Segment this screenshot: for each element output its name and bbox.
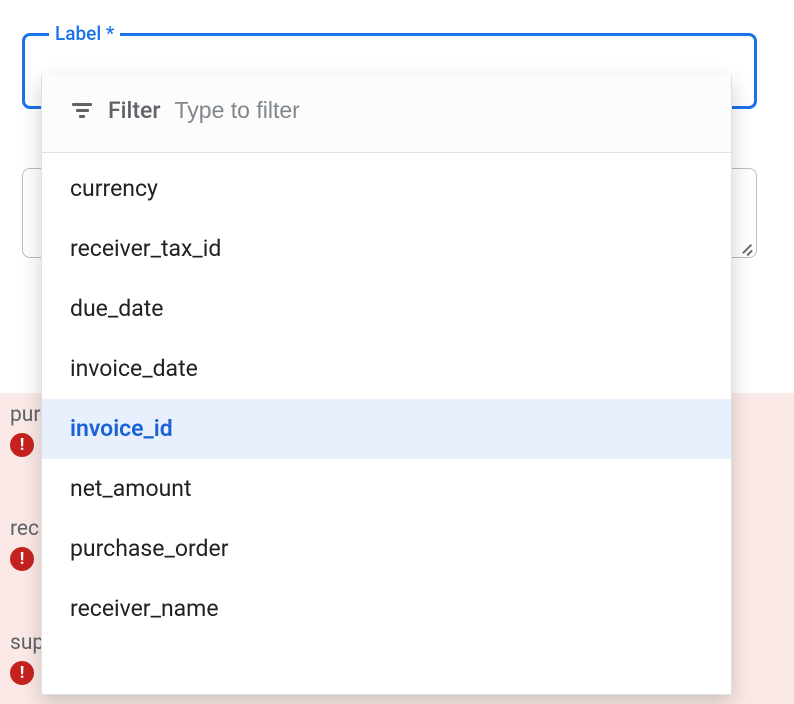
dropdown-option[interactable]: receiver_tax_id xyxy=(42,219,731,279)
filter-input[interactable] xyxy=(175,97,703,124)
validation-error-label: rec xyxy=(10,517,39,541)
dropdown-option[interactable]: due_date xyxy=(42,279,731,339)
dropdown-option[interactable]: purchase_order xyxy=(42,519,731,579)
validation-error-item: pur! xyxy=(10,403,41,457)
error-icon: ! xyxy=(10,547,34,571)
validation-error-label: sup xyxy=(10,631,44,655)
dropdown-option[interactable]: invoice_date xyxy=(42,339,731,399)
validation-error-label: pur xyxy=(10,403,41,427)
error-icon: ! xyxy=(10,433,34,457)
dropdown-option[interactable]: invoice_id xyxy=(42,399,731,459)
dropdown-option[interactable]: net_amount xyxy=(42,459,731,519)
filter-icon xyxy=(70,101,94,121)
dropdown-option[interactable]: receiver_name xyxy=(42,579,731,639)
resize-handle-icon[interactable] xyxy=(738,239,752,253)
filter-label: Filter xyxy=(108,97,161,124)
label-dropdown-panel: Filter currencyreceiver_tax_iddue_datein… xyxy=(41,75,732,695)
dropdown-option[interactable]: currency xyxy=(42,159,731,219)
validation-error-item: sup! xyxy=(10,631,44,685)
error-icon: ! xyxy=(10,661,34,685)
label-field-legend: Label * xyxy=(49,22,120,45)
dropdown-options-list: currencyreceiver_tax_iddue_dateinvoice_d… xyxy=(42,153,731,639)
dropdown-filter-bar: Filter xyxy=(42,75,731,153)
validation-error-item: rec! xyxy=(10,517,39,571)
